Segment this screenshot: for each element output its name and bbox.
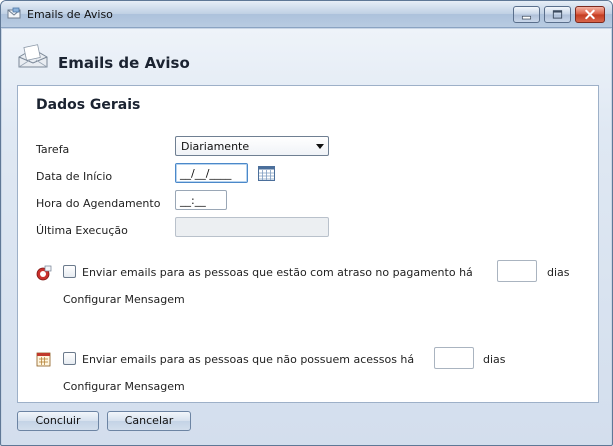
dialog-window: Emails de Aviso Emails de Aviso Dados Ge… <box>0 0 613 446</box>
email-icon <box>18 44 48 68</box>
tarefa-select[interactable]: Diariamente <box>175 136 329 156</box>
hora-label: Hora do Agendamento <box>36 197 161 210</box>
calendar-picker-icon[interactable] <box>258 165 275 181</box>
concluir-button[interactable]: Concluir <box>17 411 99 431</box>
no-access-days-label: dias <box>483 353 506 366</box>
late-payment-option-label: Enviar emails para as pessoas que estão … <box>82 266 473 279</box>
data-inicio-input[interactable]: __/__/____ <box>175 163 248 183</box>
minimize-icon <box>521 15 532 20</box>
page-title: Emails de Aviso <box>58 54 190 72</box>
late-payment-days-label: dias <box>547 266 570 279</box>
no-access-checkbox[interactable] <box>63 352 76 365</box>
late-payment-checkbox[interactable] <box>63 265 76 278</box>
hora-value: __:__ <box>180 194 206 207</box>
section-title: Dados Gerais <box>36 97 141 113</box>
data-inicio-label: Data de Início <box>36 170 113 183</box>
close-icon <box>585 9 595 20</box>
maximize-icon <box>552 10 563 19</box>
window-title: Emails de Aviso <box>27 8 113 21</box>
data-inicio-value: __/__/____ <box>180 167 232 180</box>
tarefa-label: Tarefa <box>36 143 70 156</box>
app-icon <box>7 7 21 19</box>
ultima-execucao-field <box>175 217 329 237</box>
tarefa-select-value: Diariamente <box>181 140 250 153</box>
calendar-icon <box>36 352 51 367</box>
close-button[interactable] <box>575 6 605 23</box>
title-bar[interactable]: Emails de Aviso <box>1 1 612 28</box>
hora-input[interactable]: __:__ <box>175 190 227 210</box>
no-access-configure-message-link[interactable]: Configurar Mensagem <box>63 380 185 393</box>
no-access-option-label: Enviar emails para as pessoas que não po… <box>82 353 415 366</box>
maximize-button[interactable] <box>544 6 571 23</box>
late-payment-icon <box>36 265 52 281</box>
minimize-button[interactable] <box>513 6 540 23</box>
dialog-content: Emails de Aviso Dados Gerais Tarefa Diar… <box>2 29 611 445</box>
chevron-down-icon <box>316 144 324 149</box>
late-payment-days-input[interactable] <box>497 260 537 282</box>
late-payment-configure-message-link[interactable]: Configurar Mensagem <box>63 293 185 306</box>
general-data-panel: Dados Gerais Tarefa Diariamente Data de … <box>17 85 599 403</box>
no-access-days-input[interactable] <box>434 347 474 369</box>
cancelar-button[interactable]: Cancelar <box>107 411 191 431</box>
ultima-execucao-label: Última Execução <box>36 224 128 237</box>
